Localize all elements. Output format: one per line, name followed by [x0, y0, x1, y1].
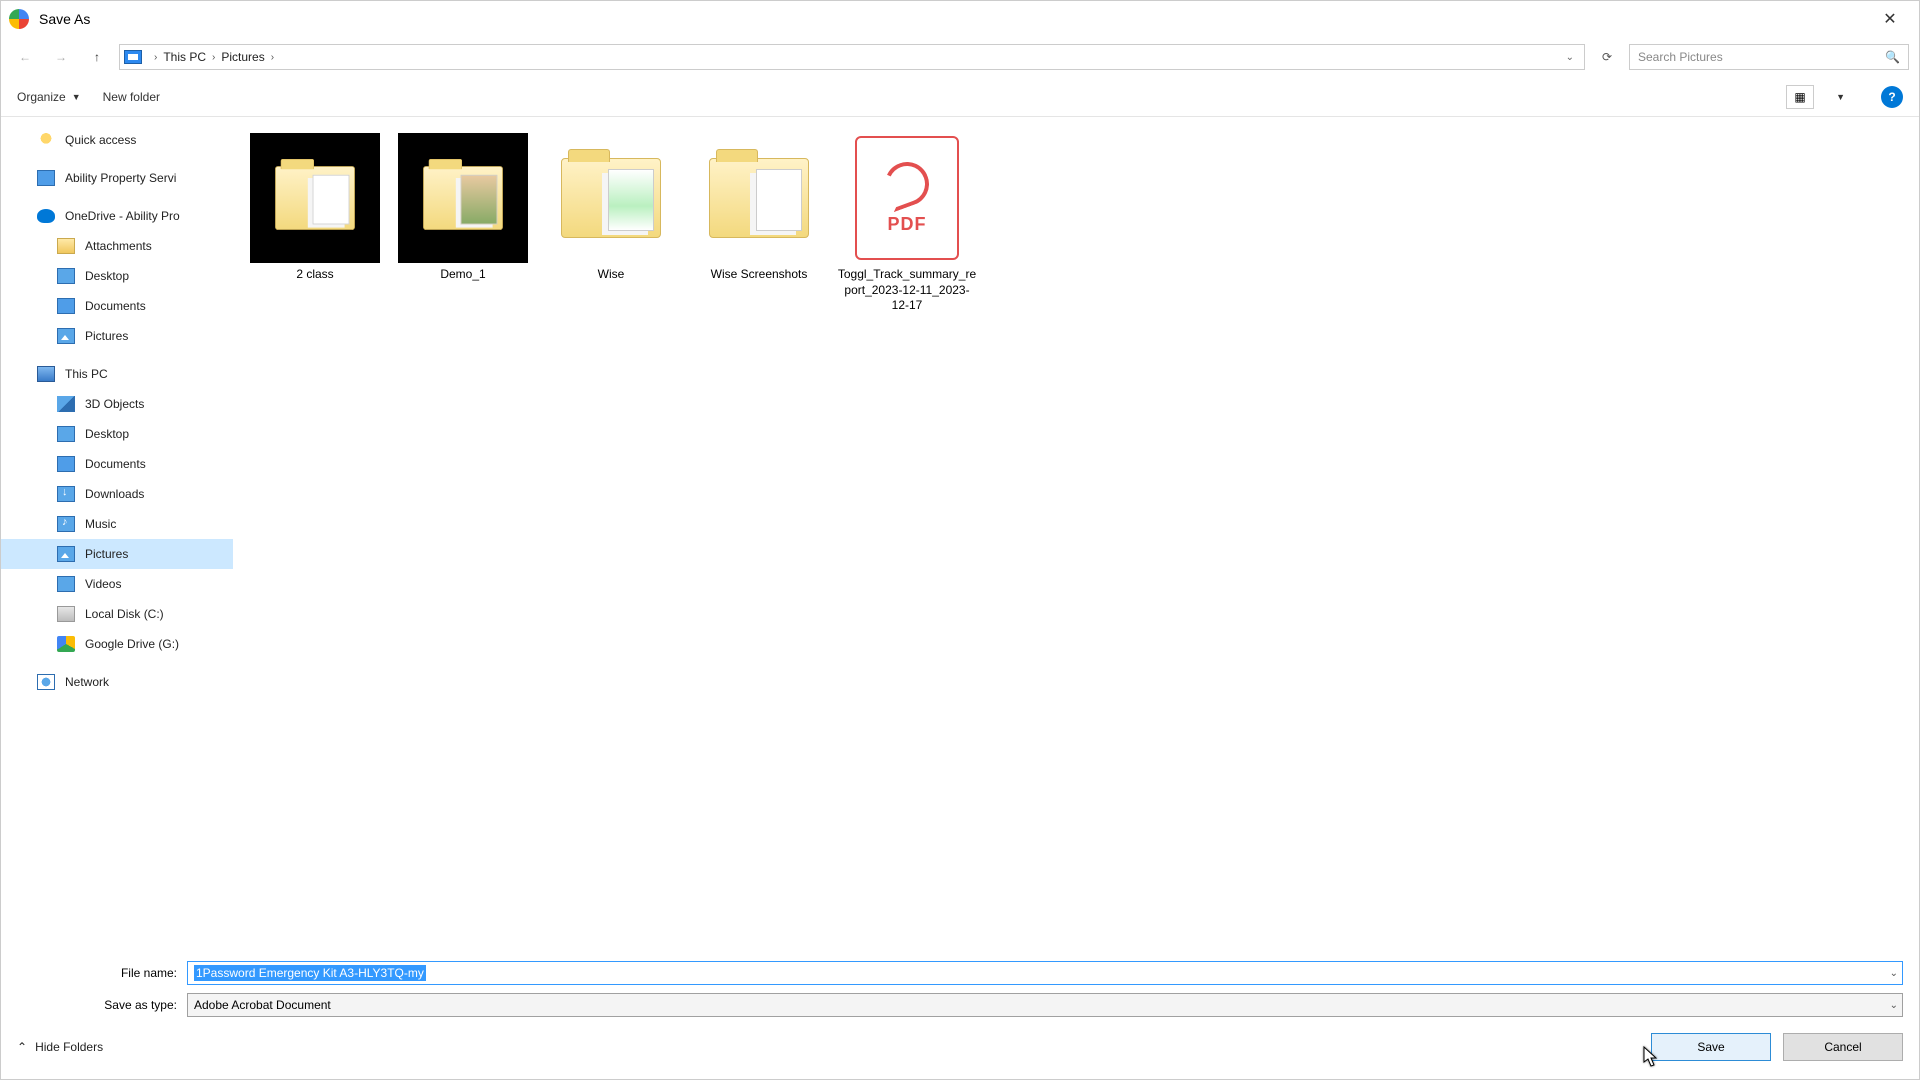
sidebar-desktop[interactable]: Desktop — [1, 419, 233, 449]
cancel-button[interactable]: Cancel — [1783, 1033, 1903, 1061]
save-as-dialog: Save As ✕ ← → ↑ › This PC › Pictures › ⌄… — [0, 0, 1920, 1080]
monitor-icon — [37, 366, 55, 382]
window-title: Save As — [39, 11, 1867, 27]
save-type-label: Save as type: — [17, 998, 187, 1012]
sidebar-quick-access[interactable]: Quick access — [1, 125, 233, 155]
folder-item[interactable]: Wise Screenshots — [685, 129, 833, 318]
file-name-input[interactable]: 1Password Emergency Kit A3-HLY3TQ-my ⌄ — [187, 961, 1903, 985]
save-form: File name: 1Password Emergency Kit A3-HL… — [1, 951, 1919, 1025]
sidebar-this-pc[interactable]: This PC — [1, 359, 233, 389]
organize-button[interactable]: Organize ▼ — [17, 90, 81, 104]
main-area: Quick access Ability Property Servi OneD… — [1, 117, 1919, 951]
chevron-down-icon[interactable]: ⌄ — [1890, 968, 1898, 979]
new-folder-button[interactable]: New folder — [103, 90, 160, 104]
sidebar-music[interactable]: Music — [1, 509, 233, 539]
address-row: ← → ↑ › This PC › Pictures › ⌄ ⟳ Search … — [1, 37, 1919, 77]
folder-thumbnail-icon — [398, 133, 528, 263]
network-icon — [37, 674, 55, 690]
forward-button[interactable]: → — [47, 43, 75, 71]
thumbnails-icon: ▦ — [1794, 90, 1805, 104]
sidebar-od-documents[interactable]: Documents — [1, 291, 233, 321]
save-button[interactable]: Save — [1651, 1033, 1771, 1061]
sidebar-downloads[interactable]: Downloads — [1, 479, 233, 509]
chevron-right-icon: › — [212, 52, 215, 63]
folder-icon — [546, 133, 676, 263]
star-icon — [37, 132, 55, 148]
breadcrumb-current[interactable]: Pictures — [221, 50, 264, 64]
desktop-icon — [57, 268, 75, 284]
folder-icon — [57, 238, 75, 254]
folder-icon — [694, 133, 824, 263]
file-name-label: File name: — [17, 966, 187, 980]
cube-icon — [57, 396, 75, 412]
folder-item[interactable]: Demo_1 — [389, 129, 537, 318]
hide-folders-button[interactable]: ⌃ Hide Folders — [17, 1040, 103, 1054]
sidebar-videos[interactable]: Videos — [1, 569, 233, 599]
toolbar: Organize ▼ New folder ▦ ▼ ? — [1, 77, 1919, 117]
building-icon — [37, 170, 55, 186]
sidebar-od-pictures[interactable]: Pictures — [1, 321, 233, 351]
pdf-icon: PDF — [842, 133, 972, 263]
view-mode-button[interactable]: ▦ — [1786, 85, 1814, 109]
search-icon: 🔍 — [1885, 50, 1900, 64]
help-button[interactable]: ? — [1881, 86, 1903, 108]
close-button[interactable]: ✕ — [1867, 3, 1913, 35]
sidebar-documents[interactable]: Documents — [1, 449, 233, 479]
chevron-up-icon: ⌃ — [17, 1040, 27, 1054]
file-list[interactable]: 2 class Demo_1 Wise Wise Screenshots — [233, 117, 1919, 951]
videos-icon — [57, 576, 75, 592]
cloud-icon — [37, 209, 55, 223]
sidebar-pictures[interactable]: Pictures — [1, 539, 233, 569]
up-button[interactable]: ↑ — [83, 43, 111, 71]
desktop-icon — [57, 426, 75, 442]
sidebar-od-attachments[interactable]: Attachments — [1, 231, 233, 261]
sidebar-3d-objects[interactable]: 3D Objects — [1, 389, 233, 419]
music-icon — [57, 516, 75, 532]
drive-icon — [57, 606, 75, 622]
folder-item[interactable]: Wise — [537, 129, 685, 318]
breadcrumb-dropdown[interactable]: ⌄ — [1560, 52, 1580, 63]
download-icon — [57, 486, 75, 502]
pictures-icon — [57, 546, 75, 562]
documents-icon — [57, 456, 75, 472]
view-dropdown[interactable]: ▼ — [1836, 92, 1845, 102]
save-type-select[interactable]: Adobe Acrobat Document ⌄ — [187, 993, 1903, 1017]
folder-thumbnail-icon — [250, 133, 380, 263]
chevron-down-icon[interactable]: ⌄ — [1890, 1000, 1898, 1011]
search-input[interactable]: Search Pictures 🔍 — [1629, 44, 1909, 70]
documents-icon — [57, 298, 75, 314]
navigation-pane: Quick access Ability Property Servi OneD… — [1, 117, 233, 951]
dialog-footer: ⌃ Hide Folders Save Cancel — [1, 1025, 1919, 1079]
pictures-icon — [57, 328, 75, 344]
sidebar-od-desktop[interactable]: Desktop — [1, 261, 233, 291]
breadcrumb[interactable]: › This PC › Pictures › ⌄ — [119, 44, 1585, 70]
folder-item[interactable]: 2 class — [241, 129, 389, 318]
breadcrumb-this-pc[interactable]: This PC — [163, 50, 206, 64]
sidebar-local-disk[interactable]: Local Disk (C:) — [1, 599, 233, 629]
chevron-down-icon: ▼ — [72, 92, 81, 102]
search-placeholder: Search Pictures — [1638, 50, 1723, 64]
app-icon — [9, 9, 29, 29]
sidebar-onedrive[interactable]: OneDrive - Ability Pro — [1, 201, 233, 231]
back-button[interactable]: ← — [11, 43, 39, 71]
sidebar-network[interactable]: Network — [1, 667, 233, 697]
titlebar: Save As ✕ — [1, 1, 1919, 37]
sidebar-ability-property[interactable]: Ability Property Servi — [1, 163, 233, 193]
chevron-right-icon: › — [271, 52, 274, 63]
chevron-right-icon: › — [154, 52, 157, 63]
file-item-pdf[interactable]: PDF Toggl_Track_summary_report_2023-12-1… — [833, 129, 981, 318]
refresh-button[interactable]: ⟳ — [1593, 43, 1621, 71]
sidebar-google-drive[interactable]: Google Drive (G:) — [1, 629, 233, 659]
google-drive-icon — [57, 636, 75, 652]
location-icon — [124, 50, 142, 64]
